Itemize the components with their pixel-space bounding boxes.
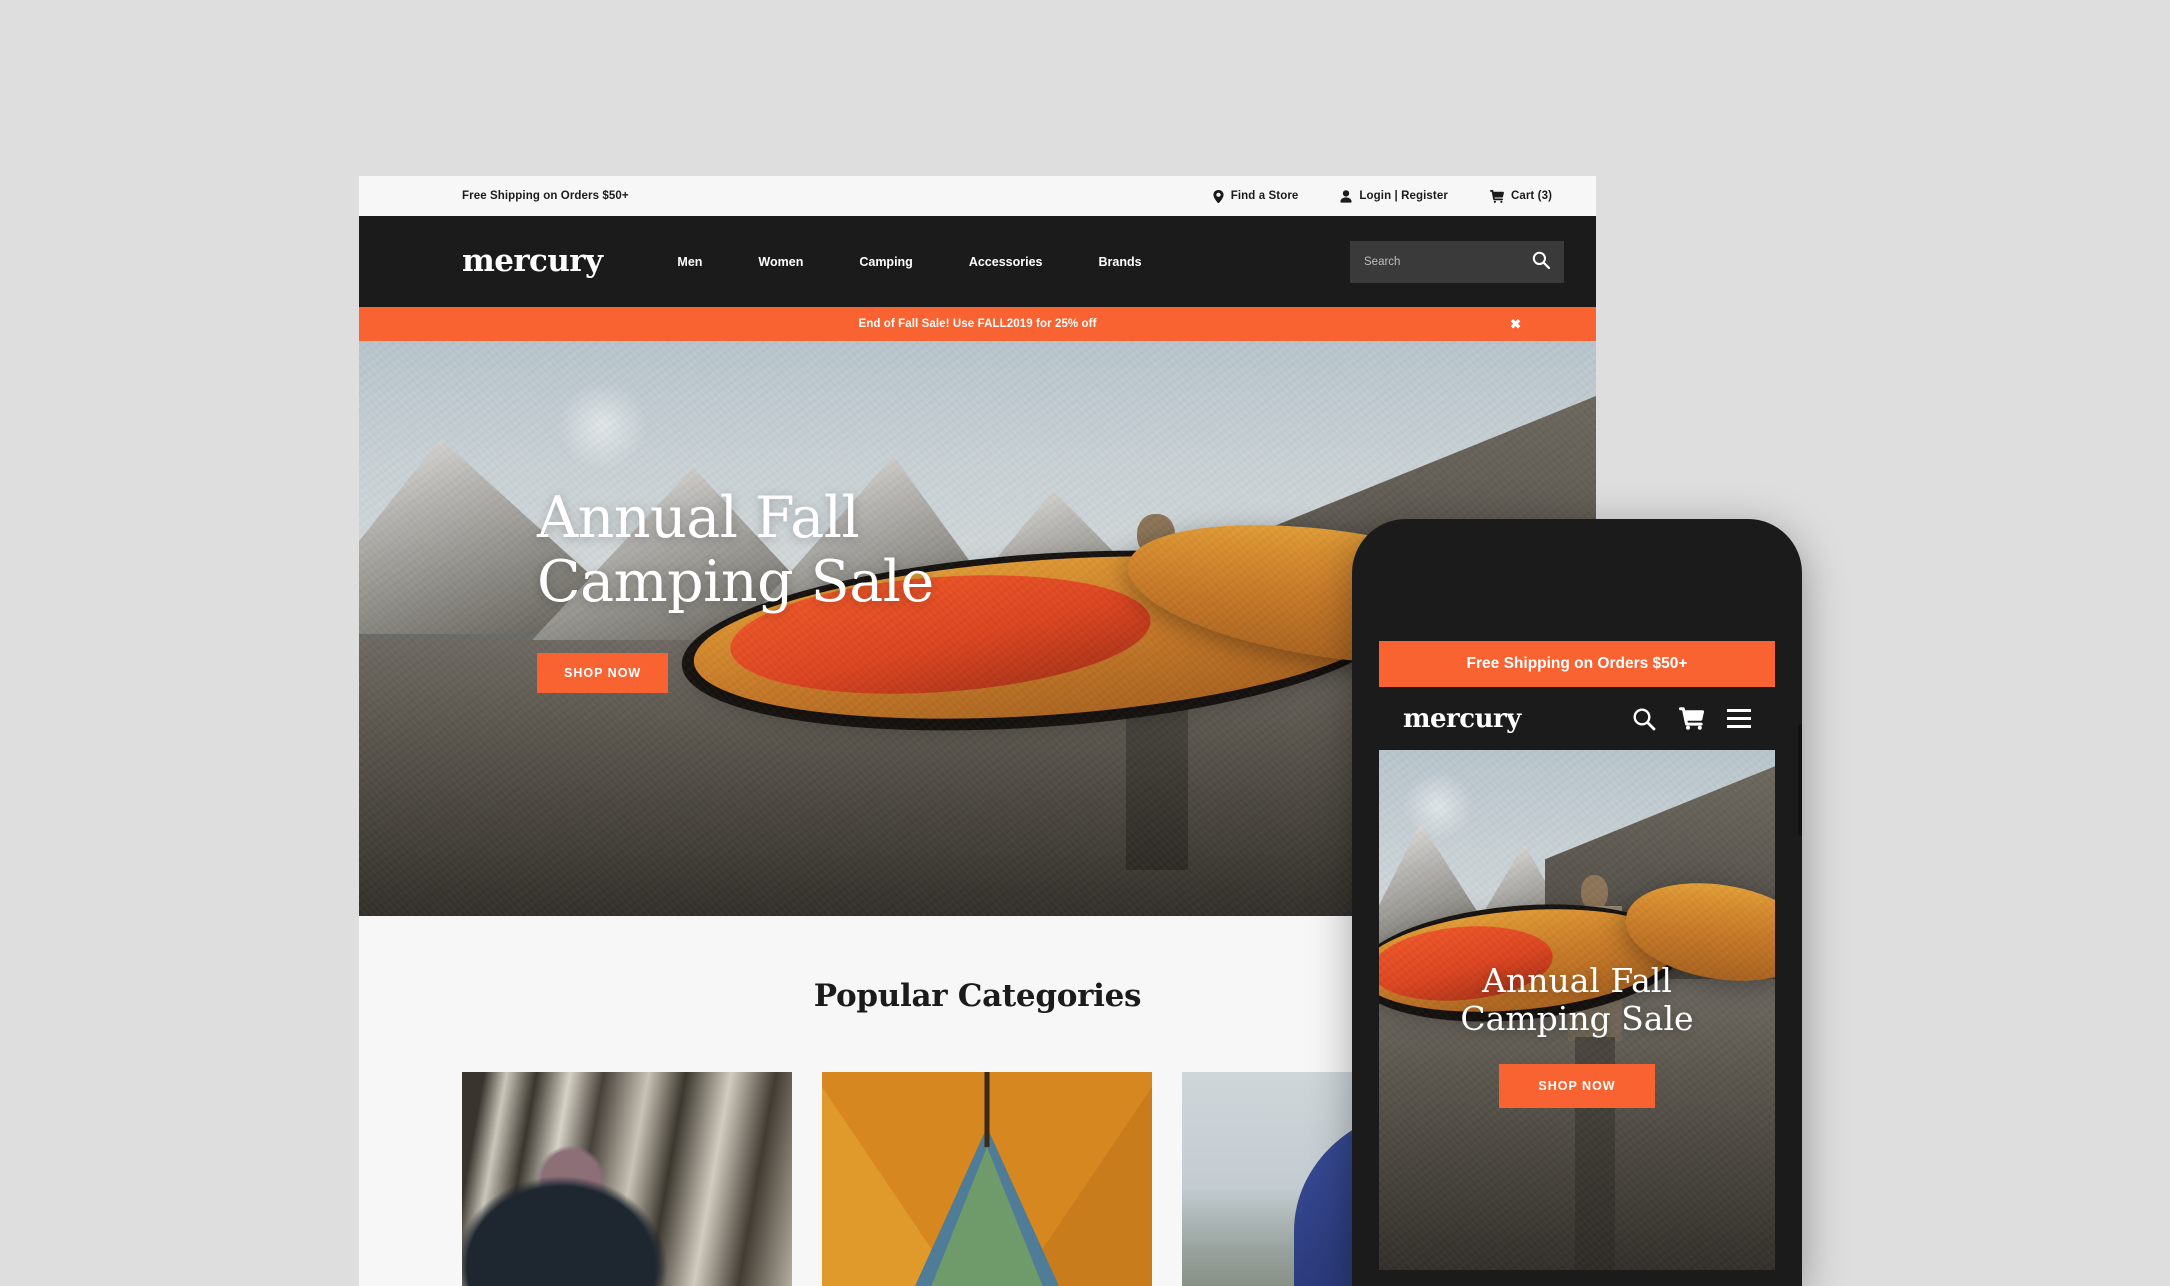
shopping-cart-icon [1489,189,1504,203]
search-box [1350,240,1564,283]
mobile-hero-content: Annual Fall Camping Sale SHOP NOW [1379,961,1775,1108]
category-card-tent[interactable] [822,1072,1152,1286]
phone-mockup: Free Shipping on Orders $50+ mercury Ann… [1352,519,1802,1286]
search-input[interactable] [1364,255,1532,268]
mobile-navbar: mercury [1379,687,1775,750]
category-image-tent [822,1072,1152,1286]
promo-text: End of Fall Sale! Use FALL2019 for 25% o… [858,318,1097,330]
mobile-hero-title-line-2: Camping Sale [1460,999,1694,1039]
promo-banner: End of Fall Sale! Use FALL2019 for 25% o… [359,307,1596,341]
category-card-forest[interactable] [462,1072,792,1286]
search-submit-button[interactable] [1532,251,1551,272]
hamburger-menu-icon[interactable] [1727,709,1751,728]
search-icon [1532,251,1551,272]
user-icon [1340,189,1353,203]
location-pin-icon [1213,189,1224,203]
category-image-forest [462,1072,792,1286]
nav-item-brands[interactable]: Brands [1071,255,1170,269]
brand-logo[interactable]: mercury [462,246,603,277]
mobile-brand-logo[interactable]: mercury [1403,704,1521,734]
utility-bar: Free Shipping on Orders $50+ Find a Stor… [359,176,1596,216]
mobile-search-icon[interactable] [1632,707,1656,731]
hero-title: Annual Fall Camping Sale [537,485,934,615]
nav-links: Men Women Camping Accessories Brands [649,255,1169,269]
nav-item-men[interactable]: Men [649,255,730,269]
login-register-link[interactable]: Login | Register [1340,189,1448,203]
shipping-note: Free Shipping on Orders $50+ [462,190,629,202]
login-register-label: Login | Register [1359,190,1448,202]
shop-now-button[interactable]: SHOP NOW [537,652,669,693]
utility-links: Find a Store Login | Register Cart (3) [1213,189,1552,203]
mobile-shop-now-button[interactable]: SHOP NOW [1499,1063,1655,1108]
nav-item-camping[interactable]: Camping [831,255,940,269]
main-navbar: mercury Men Women Camping Accessories Br… [359,216,1596,307]
mockup-stage: Free Shipping on Orders $50+ Find a Stor… [0,0,2170,1286]
cart-label: Cart (3) [1510,190,1552,202]
phone-screen: Free Shipping on Orders $50+ mercury Ann… [1379,641,1775,1286]
find-a-store-link[interactable]: Find a Store [1213,189,1299,203]
find-a-store-label: Find a Store [1230,190,1299,202]
hero-title-line-2: Camping Sale [537,548,934,615]
mobile-hero-title-line-1: Annual Fall [1482,961,1672,1000]
mobile-promo-banner: Free Shipping on Orders $50+ [1379,641,1775,687]
close-icon[interactable]: ✖ [1510,318,1521,331]
mobile-hero-banner: Annual Fall Camping Sale SHOP NOW [1379,750,1775,1270]
nav-item-women[interactable]: Women [730,255,831,269]
hero-title-line-1: Annual Fall [537,485,860,551]
mobile-nav-icons [1632,707,1751,731]
nav-item-accessories[interactable]: Accessories [941,255,1071,269]
mobile-cart-icon[interactable] [1679,707,1704,730]
mobile-hero-title: Annual Fall Camping Sale [1379,961,1775,1039]
phone-side-button[interactable] [1798,724,1802,836]
hero-content: Annual Fall Camping Sale SHOP NOW [537,485,934,693]
cart-link[interactable]: Cart (3) [1489,189,1552,203]
